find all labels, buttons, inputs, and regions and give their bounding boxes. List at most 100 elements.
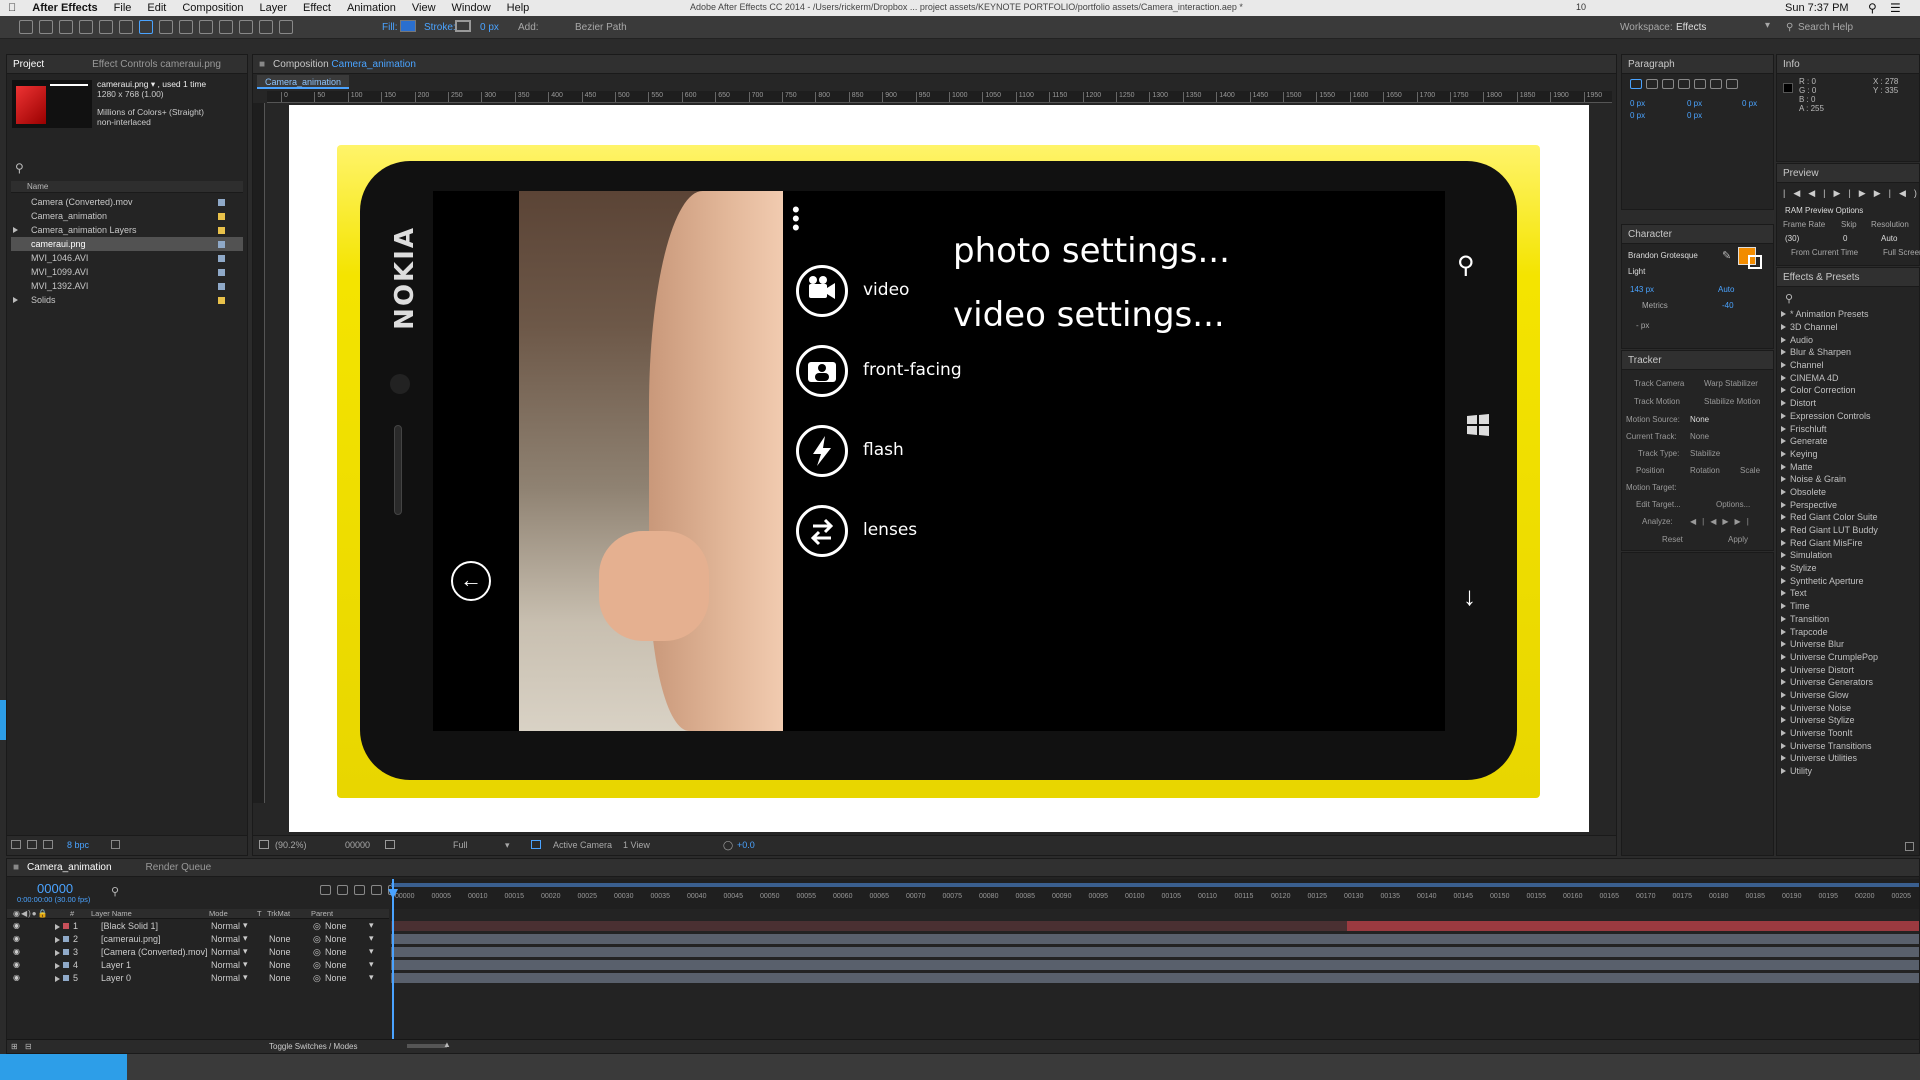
new-folder-icon[interactable] xyxy=(27,840,37,849)
indent-left[interactable]: 0 px xyxy=(1630,99,1645,108)
mode-dropdown-icon[interactable]: ▾ xyxy=(243,972,248,983)
lenses-icon[interactable] xyxy=(796,505,848,557)
layer-name[interactable]: [Black Solid 1] xyxy=(101,921,158,931)
font-style-select[interactable]: Light xyxy=(1628,267,1645,276)
layer-name[interactable]: Layer 0 xyxy=(101,973,131,983)
eyedropper-icon[interactable]: ✎ xyxy=(1722,249,1732,262)
expand-icon[interactable] xyxy=(1781,476,1786,483)
effect-category[interactable]: Universe Generators xyxy=(1781,676,1919,689)
spotlight-search-icon[interactable]: ⚲ xyxy=(1868,1,1877,15)
info-title[interactable]: Info xyxy=(1783,59,1800,70)
effect-category[interactable]: Universe Utilities xyxy=(1781,752,1919,765)
layer-bar[interactable] xyxy=(391,947,1919,957)
effects-new-item-icon[interactable] xyxy=(1905,842,1914,851)
project-item[interactable]: MVI_1099.AVI xyxy=(11,265,243,279)
expand-icon[interactable] xyxy=(1781,324,1786,331)
kerning-field[interactable]: Metrics xyxy=(1642,301,1668,310)
views-select[interactable]: 1 View xyxy=(623,840,650,850)
current-time[interactable]: 00000 xyxy=(37,881,73,896)
expand-icon[interactable] xyxy=(1781,603,1786,610)
expand-switches-icon[interactable]: ⊞ xyxy=(11,1042,18,1051)
playhead[interactable] xyxy=(392,879,394,1049)
layer-parent-select[interactable]: None xyxy=(325,973,347,983)
effect-category[interactable]: Universe Stylize xyxy=(1781,714,1919,727)
menu-animation[interactable]: Animation xyxy=(339,2,404,14)
notification-center-icon[interactable]: ☰ xyxy=(1890,1,1901,15)
mode-dropdown-icon[interactable]: ▾ xyxy=(243,946,248,957)
expand-icon[interactable] xyxy=(1781,742,1786,749)
project-item[interactable]: Camera_animation Layers xyxy=(11,223,243,237)
camera-select[interactable]: Active Camera xyxy=(553,840,612,850)
expand-icon[interactable] xyxy=(1781,590,1786,597)
menu-file[interactable]: File xyxy=(106,2,140,14)
type-tool-icon[interactable] xyxy=(179,20,193,34)
effect-category[interactable]: Channel xyxy=(1781,359,1919,372)
resolution-select[interactable]: Auto xyxy=(1881,234,1897,243)
comp-subtab[interactable]: Camera_animation xyxy=(257,75,350,89)
effect-category[interactable]: Distort xyxy=(1781,397,1919,410)
eye-icon[interactable]: ◉ xyxy=(13,973,20,982)
expand-icon[interactable] xyxy=(1781,501,1786,508)
tracking-field[interactable]: -40 xyxy=(1722,301,1734,310)
menu-view[interactable]: View xyxy=(404,2,444,14)
effect-category[interactable]: Universe ToonIt xyxy=(1781,727,1919,740)
effect-category[interactable]: Color Correction xyxy=(1781,384,1919,397)
stroke-width[interactable]: 0 px xyxy=(480,22,499,33)
col-mode[interactable]: Mode xyxy=(209,909,228,918)
layer-parent-select[interactable]: None xyxy=(325,947,347,957)
effect-category[interactable]: * Animation Presets xyxy=(1781,308,1919,321)
effects-search-icon[interactable]: ⚲ xyxy=(1785,292,1793,305)
preview-title[interactable]: Preview xyxy=(1783,168,1819,179)
current-track-select[interactable]: None xyxy=(1690,432,1709,441)
expand-icon[interactable] xyxy=(1781,615,1786,622)
bezier-path-toggle[interactable]: Bezier Path xyxy=(575,22,627,33)
from-current-time-checkbox[interactable]: From Current Time xyxy=(1791,248,1858,257)
col-name[interactable]: Name xyxy=(27,182,48,191)
layer-parent-select[interactable]: None xyxy=(325,921,347,931)
layer-row[interactable]: ◉ 3 [Camera (Converted).mov] Normal ▾ None ◎ No… xyxy=(7,946,389,959)
zoom-slider[interactable] xyxy=(407,1044,447,1048)
layer-bar[interactable] xyxy=(391,973,1919,983)
layer-parent-select[interactable]: None xyxy=(325,960,347,970)
layer-trkmat-select[interactable]: None xyxy=(269,947,291,957)
rectangle-tool-icon[interactable] xyxy=(139,20,153,34)
expand-icon[interactable] xyxy=(1781,641,1786,648)
eye-icon[interactable]: ◉ xyxy=(13,934,20,943)
roto-brush-tool-icon[interactable] xyxy=(259,20,273,34)
effect-category[interactable]: Synthetic Aperture xyxy=(1781,574,1919,587)
menu-effect[interactable]: Effect xyxy=(295,2,339,14)
trash-icon[interactable] xyxy=(111,840,120,849)
tab-effect-controls[interactable]: Effect Controls cameraui.png xyxy=(92,59,221,70)
apple-icon[interactable]:  xyxy=(0,2,24,14)
menu-composition[interactable]: Composition xyxy=(174,2,251,14)
effect-category[interactable]: Universe Glow xyxy=(1781,689,1919,702)
audio-icon[interactable]: ◀) xyxy=(1899,188,1920,198)
layer-label-color[interactable] xyxy=(63,936,69,942)
time-ruler[interactable]: 00000 00005 00010 00015 00020 00025 00030 00035… xyxy=(391,879,1919,909)
layer-name[interactable]: Layer 1 xyxy=(101,960,131,970)
layer-trkmat-select[interactable]: None xyxy=(269,973,291,983)
work-area-bar[interactable] xyxy=(391,883,1919,887)
font-size-field[interactable]: 143 px xyxy=(1630,285,1654,294)
expand-icon[interactable] xyxy=(1781,730,1786,737)
character-title[interactable]: Character xyxy=(1628,229,1672,240)
stroke-width-field[interactable]: - px xyxy=(1636,321,1649,330)
effect-category[interactable]: Red Giant MisFire xyxy=(1781,536,1919,549)
zoom-tool-icon[interactable] xyxy=(59,20,73,34)
pen-tool-icon[interactable] xyxy=(159,20,173,34)
folder-expand-icon[interactable] xyxy=(13,227,18,233)
effect-category[interactable]: Red Giant LUT Buddy xyxy=(1781,524,1919,537)
layer-name[interactable]: [cameraui.png] xyxy=(101,934,161,944)
exposure-value[interactable]: +0.0 xyxy=(737,840,755,850)
effect-category[interactable]: 3D Channel xyxy=(1781,321,1919,334)
effect-category[interactable]: Perspective xyxy=(1781,498,1919,511)
layer-row[interactable]: ◉ 5 Layer 0 Normal ▾ None ◎ None ▾ xyxy=(7,972,389,985)
expand-icon[interactable] xyxy=(1781,349,1786,356)
ram-preview-options[interactable]: RAM Preview Options xyxy=(1785,206,1863,215)
more-options-icon[interactable]: • • • xyxy=(792,199,800,239)
shy-layers-icon[interactable] xyxy=(354,885,365,895)
parent-dropdown-icon[interactable]: ▾ xyxy=(369,933,374,944)
layer-trkmat-select[interactable]: None xyxy=(269,960,291,970)
transparency-grid-icon[interactable] xyxy=(531,840,541,849)
effect-category[interactable]: Text xyxy=(1781,587,1919,600)
